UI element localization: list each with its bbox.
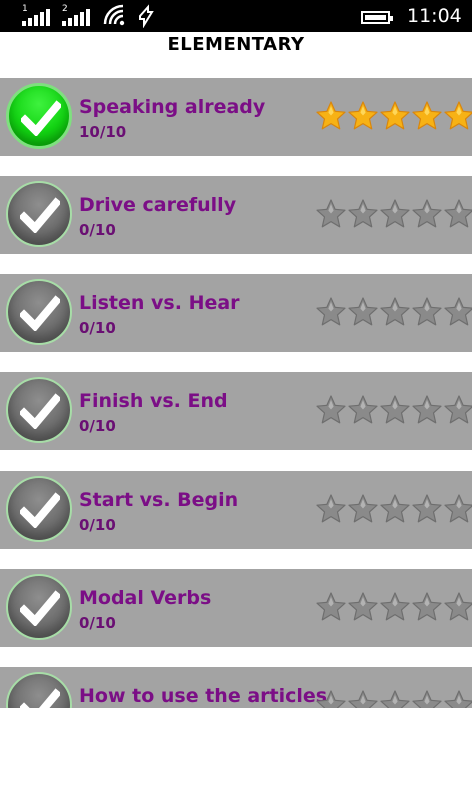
lesson-score: 10/10: [79, 123, 127, 141]
check-circle-icon: [6, 83, 72, 149]
lesson-item[interactable]: Start vs. Begin 0/10: [0, 471, 472, 549]
lesson-title: Start vs. Begin: [79, 489, 239, 511]
bottom-blank-area: [0, 708, 472, 787]
lesson-list[interactable]: Speaking already 10/10 Drive carefully 0/10…: [0, 78, 472, 708]
star-rating: [316, 199, 472, 231]
check-circle-icon: [6, 279, 72, 345]
star-icon: [444, 199, 472, 229]
star-icon: [380, 690, 410, 708]
star-icon: [348, 395, 378, 425]
star-rating: [316, 297, 472, 329]
lesson-score: 0/10: [79, 417, 116, 435]
star-icon: [348, 592, 378, 622]
lesson-title: Drive carefully: [79, 194, 237, 216]
star-rating: [316, 101, 472, 133]
sim2-label: 2: [62, 4, 68, 14]
star-icon: [316, 199, 346, 229]
star-rating: [316, 592, 472, 624]
star-icon: [444, 297, 472, 327]
signal-strength-sim1-icon: 1: [22, 4, 52, 26]
lesson-score: 0/10: [79, 614, 116, 632]
sim1-label: 1: [22, 4, 28, 14]
star-icon: [380, 297, 410, 327]
star-icon: [412, 199, 442, 229]
lesson-title: Speaking already: [79, 96, 266, 118]
star-icon: [380, 101, 410, 131]
star-icon: [316, 297, 346, 327]
star-icon: [444, 395, 472, 425]
star-icon: [412, 101, 442, 131]
star-icon: [412, 395, 442, 425]
lesson-score: 0/10: [79, 221, 116, 239]
star-icon: [444, 690, 472, 708]
star-icon: [412, 297, 442, 327]
battery-icon: [361, 11, 393, 24]
star-icon: [348, 101, 378, 131]
star-icon: [412, 494, 442, 524]
check-circle-icon: [6, 672, 72, 708]
check-circle-icon: [6, 476, 72, 542]
star-rating: [316, 690, 472, 708]
star-icon: [444, 494, 472, 524]
star-icon: [412, 592, 442, 622]
star-icon: [348, 297, 378, 327]
lesson-title: Finish vs. End: [79, 390, 228, 412]
lesson-score: 0/10: [79, 319, 116, 337]
lesson-title: How to use the articles: [79, 685, 328, 707]
page-title: ELEMENTARY: [167, 34, 305, 55]
star-icon: [444, 592, 472, 622]
star-icon: [412, 690, 442, 708]
lesson-item[interactable]: Drive carefully 0/10: [0, 176, 472, 254]
lesson-title: Listen vs. Hear: [79, 292, 240, 314]
star-icon: [380, 494, 410, 524]
star-rating: [316, 395, 472, 427]
star-rating: [316, 494, 472, 526]
lesson-item[interactable]: Modal Verbs 0/10: [0, 569, 472, 647]
clock: 11:04: [407, 5, 462, 27]
wifi-icon: [103, 4, 125, 26]
lesson-item[interactable]: Finish vs. End 0/10: [0, 372, 472, 450]
check-circle-icon: [6, 181, 72, 247]
star-icon: [316, 690, 346, 708]
lesson-title: Modal Verbs: [79, 587, 212, 609]
star-icon: [316, 395, 346, 425]
lesson-score: 0/10: [79, 516, 116, 534]
star-icon: [380, 592, 410, 622]
lesson-item[interactable]: Speaking already 10/10: [0, 78, 472, 156]
status-bar: 1 2 11:04: [0, 0, 472, 32]
data-connection-icon: [139, 4, 154, 28]
signal-strength-sim2-icon: 2: [62, 4, 92, 26]
star-icon: [348, 494, 378, 524]
star-icon: [348, 199, 378, 229]
star-icon: [316, 592, 346, 622]
star-icon: [316, 101, 346, 131]
star-icon: [380, 199, 410, 229]
lesson-item[interactable]: Listen vs. Hear 0/10: [0, 274, 472, 352]
star-icon: [444, 101, 472, 131]
check-circle-icon: [6, 377, 72, 443]
check-circle-icon: [6, 574, 72, 640]
lesson-item[interactable]: How to use the articles: [0, 667, 472, 708]
star-icon: [316, 494, 346, 524]
star-icon: [380, 395, 410, 425]
star-icon: [348, 690, 378, 708]
